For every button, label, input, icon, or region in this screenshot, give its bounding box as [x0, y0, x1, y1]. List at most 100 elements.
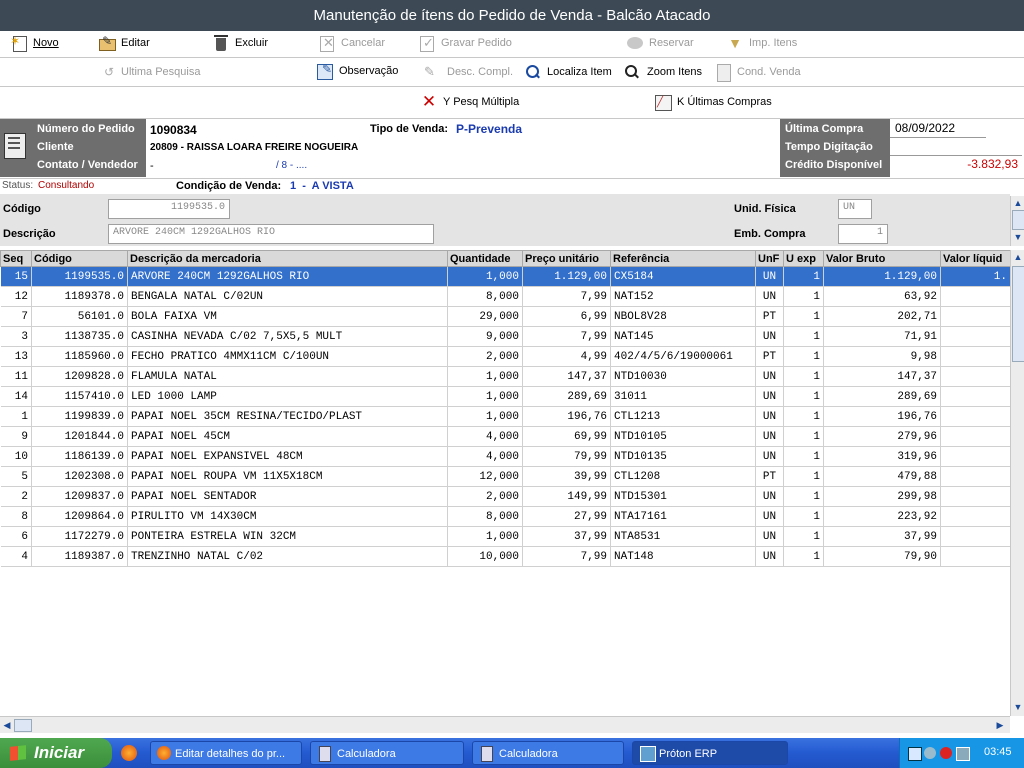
localiza-item-button[interactable]: Localiza Item: [524, 63, 612, 81]
codigo-field-label: Código: [3, 203, 41, 215]
column-header-u-exp[interactable]: U exp: [783, 250, 824, 267]
scroll-right-icon[interactable]: ▶: [993, 718, 1007, 732]
column-header-quantidade[interactable]: Quantidade: [447, 250, 523, 267]
scroll-down-arrow-icon[interactable]: ▼: [1011, 230, 1024, 244]
cell-valor-bruto: 289,69: [823, 386, 941, 407]
table-row[interactable]: 3 1138735.0 CASINHA NEVADA C/02 7,5X5,5 MU…: [0, 326, 1011, 347]
volume-tray-icon[interactable]: [924, 747, 936, 759]
start-button[interactable]: Iniciar: [0, 738, 112, 768]
tipo-venda-value: P-Prevenda: [456, 122, 523, 136]
observacao-button[interactable]: ✎ Observação: [316, 62, 398, 80]
grid-scroll-up-icon[interactable]: ▲: [1011, 250, 1024, 264]
task-calculadora-1[interactable]: Calculadora: [310, 741, 464, 765]
column-header-seq[interactable]: Seq: [0, 250, 32, 267]
task-browser[interactable]: Editar detalhes do pr...: [150, 741, 302, 765]
cell-unf: UN: [755, 506, 784, 527]
table-row[interactable]: 2 1209837.0 PAPAI NOEL SENTADOR 2,000 149,99…: [0, 486, 1011, 507]
table-row[interactable]: 4 1189387.0 TRENZINHO NATAL C/02 10,000 7,99…: [0, 546, 1011, 567]
tempo-label: Tempo Digitação: [785, 141, 873, 153]
grid-vscrollbar[interactable]: ▲ ▼: [1010, 250, 1024, 716]
app-tray-icon[interactable]: [956, 747, 970, 761]
gravar-pedido-button[interactable]: ✓ Gravar Pedido: [418, 34, 512, 52]
table-row[interactable]: 14 1157410.0 LED 1000 LAMP 1,000 289,69 31011…: [0, 386, 1011, 407]
cell-codigo: 1157410.0: [31, 386, 128, 407]
cell-valor-liquido: [940, 466, 1011, 487]
ultimas-compras-button[interactable]: ╱ K Últimas Compras: [654, 93, 772, 111]
editar-button[interactable]: ✎ Editar: [98, 34, 150, 52]
grid-scroll-thumb[interactable]: [1012, 266, 1024, 362]
credito-label: Crédito Disponível: [785, 159, 883, 171]
cancel-icon: ✕: [318, 34, 336, 52]
antivirus-tray-icon[interactable]: [940, 747, 952, 759]
cell-u-exp: 1: [783, 306, 824, 327]
table-row[interactable]: 8 1209864.0 PIRULITO VM 14X30CM 8,000 27,99 N…: [0, 506, 1011, 527]
zoom-itens-label: Zoom Itens: [647, 66, 703, 78]
cond-venda-label: Cond. Venda: [737, 66, 801, 78]
table-row[interactable]: 10 1186139.0 PAPAI NOEL EXPANSIVEL 48CM 4,0…: [0, 446, 1011, 467]
table-row[interactable]: 7 56101.0 BOLA FAIXA VM 29,000 6,99 NBOL8V28 P…: [0, 306, 1011, 327]
imp-itens-button[interactable]: ▼ Imp. Itens: [726, 34, 797, 52]
pesq-multipla-button[interactable]: ✕ Y Pesq Múltipla: [420, 93, 519, 111]
table-row[interactable]: 1 1199839.0 PAPAI NOEL 35CM RESINA/TECIDO/…: [0, 406, 1011, 427]
column-header-unf[interactable]: UnF: [755, 250, 784, 267]
column-header-preco-unitario[interactable]: Preço unitário: [522, 250, 611, 267]
desc-compl-label: Desc. Compl.: [447, 66, 514, 78]
excluir-button[interactable]: Excluir: [212, 34, 268, 52]
task-calculadora-2[interactable]: Calculadora: [472, 741, 624, 765]
cell-valor-bruto: 71,91: [823, 326, 941, 347]
cell-referencia: CX5184: [610, 266, 756, 287]
cell-preco-unitario: 149,99: [522, 486, 611, 507]
search-icon: [524, 63, 542, 81]
codigo-field[interactable]: 1199535.0: [108, 199, 230, 219]
hscroll-thumb[interactable]: [14, 719, 32, 732]
cell-referencia: NAT148: [610, 546, 756, 567]
cell-preco-unitario: 147,37: [522, 366, 611, 387]
cell-quantidade: 9,000: [447, 326, 523, 347]
scroll-thumb[interactable]: [1012, 210, 1024, 230]
unid-fisica-field[interactable]: UN: [838, 199, 872, 219]
trash-icon: [212, 34, 230, 52]
ultima-pesquisa-button[interactable]: ↺ Ultima Pesquisa: [104, 63, 200, 81]
emb-compra-field[interactable]: 1: [838, 224, 888, 244]
table-row[interactable]: 12 1189378.0 BENGALA NATAL C/02UN 8,000 7,99…: [0, 286, 1011, 307]
cell-valor-bruto: 479,88: [823, 466, 941, 487]
scroll-left-icon[interactable]: ◀: [0, 718, 14, 732]
calculator-icon: [714, 63, 732, 82]
column-header-codigo[interactable]: Código: [31, 250, 128, 267]
table-row[interactable]: 5 1202308.0 PAPAI NOEL ROUPA VM 11X5X18CM 1…: [0, 466, 1011, 487]
descricao-field[interactable]: ARVORE 240CM 1292GALHOS RIO: [108, 224, 434, 244]
column-header-valor-bruto[interactable]: Valor Bruto: [823, 250, 941, 267]
cell-valor-liquido: [940, 506, 1011, 527]
novo-button[interactable]: ✶ Novo: [10, 34, 59, 52]
table-row[interactable]: 13 1185960.0 FECHO PRATICO 4MMX11CM C/100U…: [0, 346, 1011, 367]
cell-u-exp: 1: [783, 426, 824, 447]
column-header-referencia[interactable]: Referência: [610, 250, 756, 267]
column-header-valor-liquido[interactable]: Valor líquid: [940, 250, 1011, 267]
grid-scroll-down-icon[interactable]: ▼: [1011, 700, 1024, 714]
detail-scrollbar[interactable]: ▲ ▼: [1010, 196, 1024, 246]
start-label: Iniciar: [34, 743, 85, 762]
task-proton-erp[interactable]: Próton ERP: [632, 741, 788, 765]
scroll-up-arrow-icon[interactable]: ▲: [1011, 196, 1024, 210]
desc-compl-button[interactable]: ✎ Desc. Compl.: [424, 63, 513, 81]
cell-unf: UN: [755, 446, 784, 467]
cell-preco-unitario: 69,99: [522, 426, 611, 447]
reservar-button[interactable]: Reservar: [626, 34, 694, 52]
column-header-descricao[interactable]: Descrição da mercadoria: [127, 250, 448, 267]
table-row[interactable]: 9 1201844.0 PAPAI NOEL 45CM 4,000 69,99 NTD10…: [0, 426, 1011, 447]
table-row[interactable]: 6 1172279.0 PONTEIRA ESTRELA WIN 32CM 1,000…: [0, 526, 1011, 547]
cell-u-exp: 1: [783, 546, 824, 567]
cell-codigo: 1189387.0: [31, 546, 128, 567]
cell-quantidade: 2,000: [447, 346, 523, 367]
cell-seq: 4: [0, 546, 32, 567]
table-row[interactable]: 15 1199535.0 ARVORE 240CM 1292GALHOS RIO 1,…: [0, 266, 1011, 287]
grid-hscrollbar[interactable]: ◀ ▶: [0, 716, 1010, 733]
cell-valor-liquido: [940, 546, 1011, 567]
cell-codigo: 1202308.0: [31, 466, 128, 487]
table-row[interactable]: 11 1209828.0 FLAMULA NATAL 1,000 147,37 NTD10…: [0, 366, 1011, 387]
firefox-quicklaunch-icon[interactable]: [121, 745, 137, 761]
zoom-itens-button[interactable]: Zoom Itens: [624, 63, 702, 81]
network-tray-icon[interactable]: [908, 747, 922, 761]
cond-venda-button[interactable]: Cond. Venda: [714, 63, 801, 82]
cancelar-button[interactable]: ✕ Cancelar: [318, 34, 385, 52]
